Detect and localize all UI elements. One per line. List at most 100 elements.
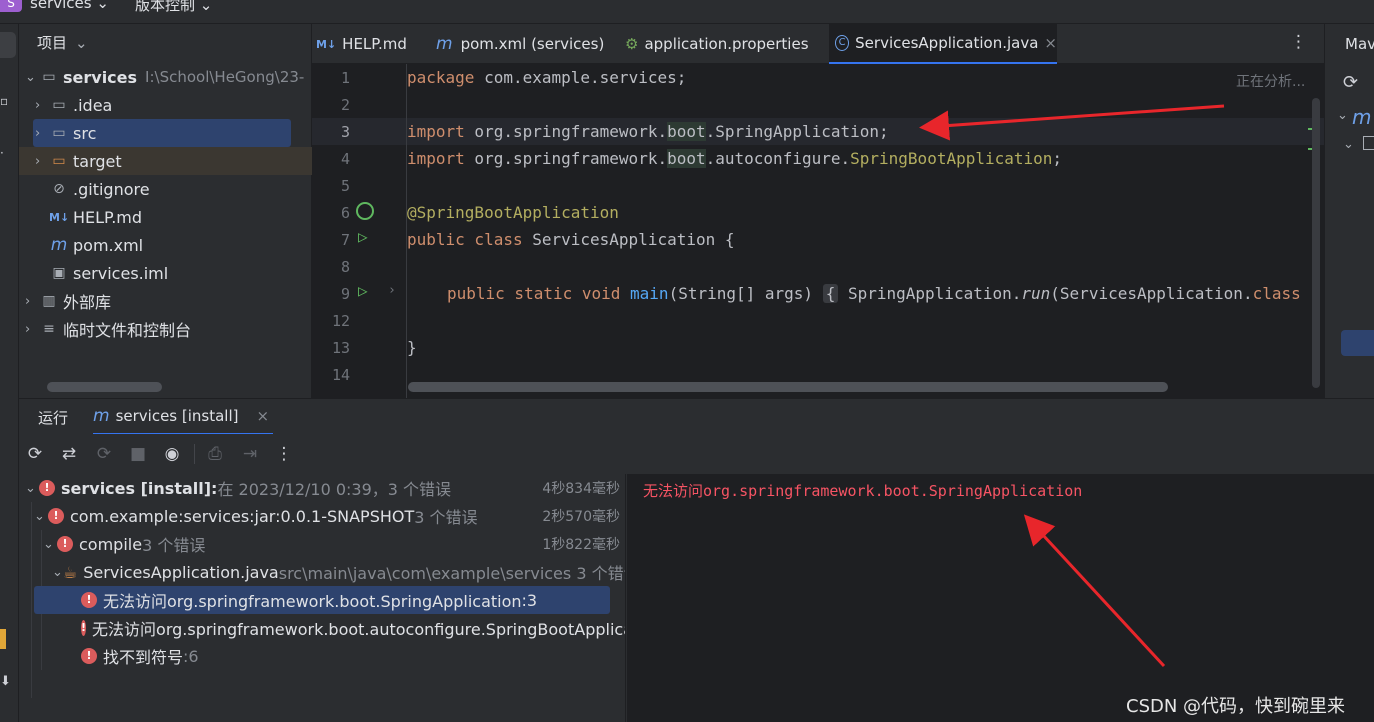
rerun-failed-icon[interactable]: ⇄ xyxy=(58,443,80,465)
tab-help-md[interactable]: M↓ HELP.md xyxy=(316,24,407,64)
chevron-down-icon[interactable]: ⌄ xyxy=(25,481,39,496)
chevron-down-icon[interactable]: ⌄ xyxy=(43,537,57,552)
node-label: 无法访问org.springframework.boot.autoconfigu… xyxy=(92,620,626,639)
horizontal-scrollbar[interactable] xyxy=(408,382,1168,392)
code-token: (String[] args) xyxy=(668,284,814,303)
vcs-menu[interactable]: 版本控制 ⌄ xyxy=(135,0,212,15)
tab-application-properties[interactable]: ⚙ application.properties xyxy=(625,24,809,64)
code-token: SpringBootApplication xyxy=(850,149,1053,168)
structure-icon[interactable]: ▫ xyxy=(0,94,8,108)
tree-item-gitignore[interactable]: ⊘ .gitignore xyxy=(19,175,312,203)
chevron-right-icon[interactable]: › xyxy=(25,322,39,337)
fold-chevron-icon[interactable]: › xyxy=(388,283,396,298)
code-line-6: @SpringBootApplication xyxy=(407,203,619,222)
build-error-2[interactable]: ! 无法访问org.springframework.boot.autoconfi… xyxy=(19,614,626,642)
project-switcher[interactable]: services ⌄ xyxy=(30,0,109,12)
selected-lifecycle-item[interactable] xyxy=(1341,330,1374,356)
build-node-file[interactable]: ⌄ ☕ ServicesApplication.java src\main\ja… xyxy=(19,558,625,586)
export-icon[interactable]: ⇥ xyxy=(239,443,261,465)
maven-icon: m xyxy=(50,235,68,255)
code-line-9: public static void main(String[] args) {… xyxy=(447,284,1301,303)
tree-item-target[interactable]: › ▭ target xyxy=(19,147,312,175)
java-class-icon: C xyxy=(835,35,850,51)
title-bar: S services ⌄ 版本控制 ⌄ xyxy=(0,0,1374,24)
tree-item-pom[interactable]: m pom.xml xyxy=(19,231,312,259)
refresh-icon[interactable]: ⟳ xyxy=(1343,72,1358,93)
build-icon[interactable]: ⬇ xyxy=(0,674,11,689)
iml-icon: ▣ xyxy=(52,265,66,281)
code-token: ServicesApplication { xyxy=(522,230,735,249)
build-console[interactable]: 无法访问org.springframework.boot.SpringAppli… xyxy=(627,474,1374,722)
code-line-3: import org.springframework.boot.SpringAp… xyxy=(407,122,889,141)
chevron-down-icon[interactable]: ⌄ xyxy=(1337,108,1348,123)
build-node-root[interactable]: ⌄ ! services [install]: 在 2023/12/10 0:3… xyxy=(19,474,625,502)
folded-region[interactable]: { xyxy=(822,284,839,303)
tree-item-iml[interactable]: ▣ services.iml xyxy=(19,259,312,287)
chevron-right-icon[interactable]: › xyxy=(35,98,49,113)
project-name: services xyxy=(30,0,92,12)
more-vertical-icon[interactable]: ⋮ xyxy=(273,443,295,465)
build-node-artifact[interactable]: ⌄ ! com.example:services:jar:0.0.1-SNAPS… xyxy=(19,502,625,530)
tree-item-external-libs[interactable]: › ▥ 外部库 xyxy=(19,287,312,315)
build-node-compile[interactable]: ⌄ ! compile 3 个错误 1秒822毫秒 xyxy=(19,530,625,558)
chevron-down-icon[interactable]: ⌄ xyxy=(25,70,39,85)
code-token: org.springframework. xyxy=(464,149,668,168)
line-number: 3 xyxy=(340,123,350,141)
camera-icon[interactable]: ⎙ xyxy=(204,443,226,465)
node-duration: 4秒834毫秒 xyxy=(542,481,620,497)
error-icon: ! xyxy=(48,508,64,524)
horizontal-scrollbar[interactable] xyxy=(47,382,162,392)
code-line-1: package com.example.services; xyxy=(407,68,686,87)
tree-item-idea[interactable]: › ▭ .idea xyxy=(19,91,312,119)
close-icon[interactable]: × xyxy=(256,407,269,425)
ignore-icon: ⊘ xyxy=(53,181,65,197)
editor-tabs: M↓ HELP.md m pom.xml (services) ⚙ applic… xyxy=(312,24,1324,64)
chevron-down-icon[interactable]: ⌄ xyxy=(52,565,63,580)
tree-item-label: services xyxy=(63,67,138,87)
chevron-right-icon[interactable]: › xyxy=(35,126,49,141)
build-error-3[interactable]: ! 找不到符号 :6 xyxy=(19,642,625,670)
tree-item-help-md[interactable]: M↓ HELP.md xyxy=(19,203,312,231)
spring-bean-icon[interactable] xyxy=(356,202,374,220)
tree-item-services[interactable]: ⌄ ▭ services I:\School\HeGong\23- xyxy=(19,63,312,91)
tab-pom-xml[interactable]: m pom.xml (services) xyxy=(436,24,604,64)
notification-icon[interactable] xyxy=(0,629,6,649)
chevron-down-icon[interactable]: ⌄ xyxy=(34,509,48,524)
rerun-icon[interactable]: ⟳ xyxy=(24,443,46,465)
tree-item-label: services.iml xyxy=(73,263,169,283)
project-tool-icon[interactable] xyxy=(0,32,16,58)
more-tools-icon[interactable]: · xyxy=(0,146,4,160)
run-gutter-icon[interactable]: ▷ xyxy=(358,281,368,300)
run-gutter-icon[interactable]: ▷ xyxy=(358,227,368,246)
close-icon[interactable]: × xyxy=(1044,34,1057,52)
tree-item-scratches[interactable]: › ≡ 临时文件和控制台 xyxy=(19,315,312,343)
chevron-right-icon[interactable]: › xyxy=(25,294,39,309)
toggle-offline-icon[interactable]: ⟳ xyxy=(93,443,115,465)
chevron-down-icon[interactable]: ⌄ xyxy=(1343,137,1354,152)
tab-services-install[interactable]: m services [install] × xyxy=(93,399,274,435)
left-tool-strip: ▫ · ⬇ xyxy=(0,24,19,722)
stop-icon[interactable]: ■ xyxy=(127,443,149,465)
more-vertical-icon[interactable]: ⋮ xyxy=(1290,32,1307,52)
build-error-1[interactable]: ! 无法访问org.springframework.boot.SpringApp… xyxy=(34,586,610,614)
folder-icon: ▭ xyxy=(52,153,66,169)
tab-services-application[interactable]: C ServicesApplication.java × xyxy=(829,24,1057,64)
project-view-selector[interactable]: 项目 ⌄ xyxy=(37,32,88,53)
tab-label: pom.xml (services) xyxy=(460,35,605,53)
tree-item-label: 外部库 xyxy=(63,293,112,312)
tree-item-label: .gitignore xyxy=(73,179,150,199)
tree-item-path: I:\School\HeGong\23- xyxy=(145,68,305,86)
node-label: compile xyxy=(79,534,143,554)
code-editor[interactable]: 1 2 3 4 5 6 7 8 9 12 13 14 ▷ ▷ › 正在分析...… xyxy=(312,64,1324,398)
chevron-right-icon[interactable]: › xyxy=(35,154,49,169)
maven-title: Mav xyxy=(1345,35,1374,53)
tree-item-src[interactable]: › ▭ src xyxy=(33,119,291,147)
vertical-scrollbar[interactable] xyxy=(1312,98,1320,388)
maven-icon: m xyxy=(436,34,453,54)
properties-icon: ⚙ xyxy=(625,35,639,53)
line-number: 12 xyxy=(331,312,350,330)
code-token: .SpringApplication; xyxy=(705,122,889,141)
eye-icon[interactable]: ◉ xyxy=(161,443,183,465)
markdown-icon: M↓ xyxy=(316,37,337,51)
console-error-message: 无法访问org.springframework.boot.SpringAppli… xyxy=(643,482,1083,500)
